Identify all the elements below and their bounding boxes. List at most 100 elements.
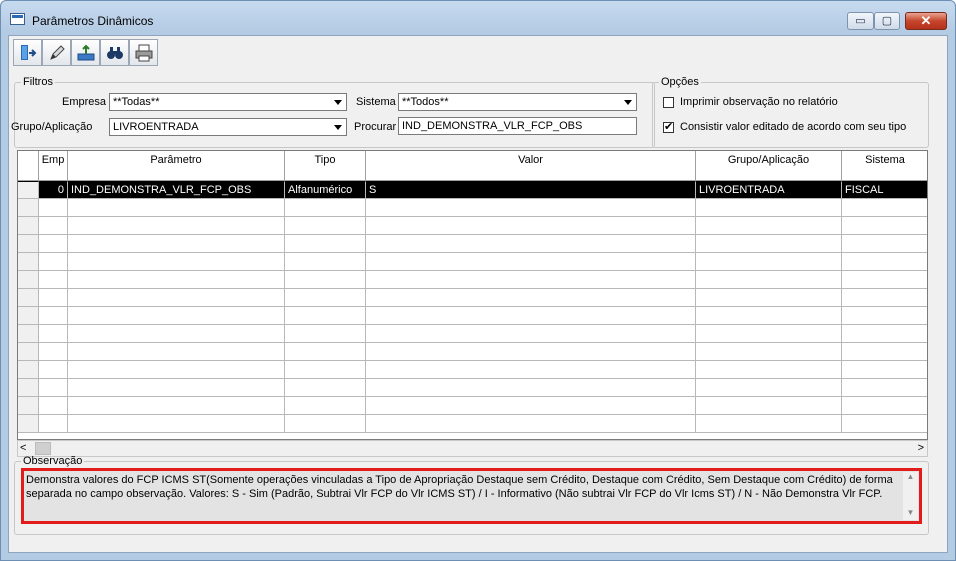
observacao-textarea[interactable]: Demonstra valores do FCP ICMS ST(Somente… xyxy=(21,468,922,524)
cell-grupo[interactable] xyxy=(696,235,842,253)
row-header[interactable] xyxy=(18,343,39,361)
cell-valor[interactable] xyxy=(366,271,696,289)
cell-sistema[interactable] xyxy=(842,361,927,379)
cell-valor[interactable] xyxy=(366,325,696,343)
export-button[interactable] xyxy=(71,39,100,66)
cell-tipo[interactable] xyxy=(285,217,366,235)
cell-emp[interactable] xyxy=(39,397,68,415)
chevron-down-icon[interactable] xyxy=(330,95,345,109)
cell-tipo[interactable] xyxy=(285,415,366,433)
cell-grupo[interactable] xyxy=(696,217,842,235)
cell-sistema[interactable] xyxy=(842,253,927,271)
cell-parametro[interactable] xyxy=(68,253,285,271)
column-header-grupo[interactable]: Grupo/Aplicação xyxy=(696,151,842,181)
print-button[interactable] xyxy=(129,39,158,66)
cell-parametro[interactable] xyxy=(68,289,285,307)
cell-valor[interactable] xyxy=(366,397,696,415)
cell-emp[interactable] xyxy=(39,253,68,271)
cell-tipo[interactable] xyxy=(285,379,366,397)
cell-valor[interactable] xyxy=(366,199,696,217)
row-header[interactable] xyxy=(18,271,39,289)
exit-button[interactable] xyxy=(13,39,42,66)
cell-tipo[interactable] xyxy=(285,271,366,289)
consistir-checkbox[interactable] xyxy=(663,120,674,133)
edit-button[interactable] xyxy=(42,39,71,66)
cell-parametro[interactable] xyxy=(68,397,285,415)
parametros-grid[interactable]: Emp Parâmetro Tipo Valor Grupo/Aplicação… xyxy=(17,150,928,440)
cell-parametro[interactable] xyxy=(68,271,285,289)
cell-emp[interactable] xyxy=(39,307,68,325)
cell-parametro[interactable] xyxy=(68,235,285,253)
scroll-right-icon[interactable]: > xyxy=(918,442,924,454)
cell-tipo[interactable] xyxy=(285,307,366,325)
cell-tipo[interactable] xyxy=(285,289,366,307)
cell-emp[interactable] xyxy=(39,325,68,343)
cell-sistema[interactable] xyxy=(842,415,927,433)
cell-tipo[interactable] xyxy=(285,253,366,271)
cell-valor[interactable] xyxy=(366,289,696,307)
cell-valor[interactable] xyxy=(366,361,696,379)
scroll-left-icon[interactable]: < xyxy=(20,442,26,454)
empresa-select[interactable]: **Todas** xyxy=(109,93,347,111)
cell-grupo[interactable] xyxy=(696,343,842,361)
row-header[interactable] xyxy=(18,379,39,397)
cell-emp[interactable] xyxy=(39,289,68,307)
scroll-up-icon[interactable]: ▲ xyxy=(903,472,918,484)
cell-valor[interactable] xyxy=(366,307,696,325)
cell-parametro[interactable] xyxy=(68,415,285,433)
cell-grupo[interactable] xyxy=(696,325,842,343)
column-header-emp[interactable]: Emp xyxy=(39,151,68,181)
cell-grupo[interactable] xyxy=(696,253,842,271)
cell-sistema[interactable]: FISCAL xyxy=(842,181,927,199)
column-header-valor[interactable]: Valor xyxy=(366,151,696,181)
row-header[interactable] xyxy=(18,181,39,199)
cell-valor[interactable] xyxy=(366,379,696,397)
imprimir-checkbox[interactable] xyxy=(663,97,674,108)
column-header-parametro[interactable]: Parâmetro xyxy=(68,151,285,181)
cell-grupo[interactable] xyxy=(696,271,842,289)
cell-tipo[interactable] xyxy=(285,343,366,361)
cell-emp[interactable] xyxy=(39,343,68,361)
cell-parametro[interactable]: IND_DEMONSTRA_VLR_FCP_OBS xyxy=(68,181,285,199)
cell-emp[interactable] xyxy=(39,361,68,379)
cell-parametro[interactable] xyxy=(68,379,285,397)
cell-valor[interactable] xyxy=(366,343,696,361)
cell-sistema[interactable] xyxy=(842,397,927,415)
row-header[interactable] xyxy=(18,235,39,253)
cell-emp[interactable] xyxy=(39,199,68,217)
cell-sistema[interactable] xyxy=(842,235,927,253)
row-header[interactable] xyxy=(18,361,39,379)
cell-valor[interactable] xyxy=(366,235,696,253)
maximize-button[interactable]: ▢ xyxy=(874,12,900,30)
cell-grupo[interactable] xyxy=(696,415,842,433)
cell-sistema[interactable] xyxy=(842,199,927,217)
row-header[interactable] xyxy=(18,289,39,307)
cell-emp[interactable]: 0 xyxy=(39,181,68,199)
cell-valor[interactable] xyxy=(366,415,696,433)
cell-emp[interactable] xyxy=(39,415,68,433)
cell-emp[interactable] xyxy=(39,235,68,253)
cell-emp[interactable] xyxy=(39,379,68,397)
grupo-select[interactable]: LIVROENTRADA xyxy=(109,118,347,136)
vertical-scrollbar[interactable]: ▲ ▼ xyxy=(903,472,918,520)
cell-sistema[interactable] xyxy=(842,325,927,343)
cell-sistema[interactable] xyxy=(842,379,927,397)
cell-tipo[interactable] xyxy=(285,397,366,415)
cell-valor[interactable] xyxy=(366,253,696,271)
cell-parametro[interactable] xyxy=(68,199,285,217)
column-header-tipo[interactable]: Tipo xyxy=(285,151,366,181)
scroll-down-icon[interactable]: ▼ xyxy=(903,508,918,520)
cell-parametro[interactable] xyxy=(68,343,285,361)
cell-sistema[interactable] xyxy=(842,307,927,325)
cell-grupo[interactable] xyxy=(696,307,842,325)
cell-tipo[interactable] xyxy=(285,361,366,379)
cell-grupo[interactable] xyxy=(696,289,842,307)
close-button[interactable]: ✕ xyxy=(905,12,947,30)
consistir-label[interactable]: Consistir valor editado de acordo com se… xyxy=(680,121,906,133)
cell-tipo[interactable] xyxy=(285,199,366,217)
row-header[interactable] xyxy=(18,253,39,271)
cell-sistema[interactable] xyxy=(842,271,927,289)
cell-grupo[interactable]: LIVROENTRADA xyxy=(696,181,842,199)
cell-grupo[interactable] xyxy=(696,199,842,217)
cell-valor[interactable]: S xyxy=(366,181,696,199)
